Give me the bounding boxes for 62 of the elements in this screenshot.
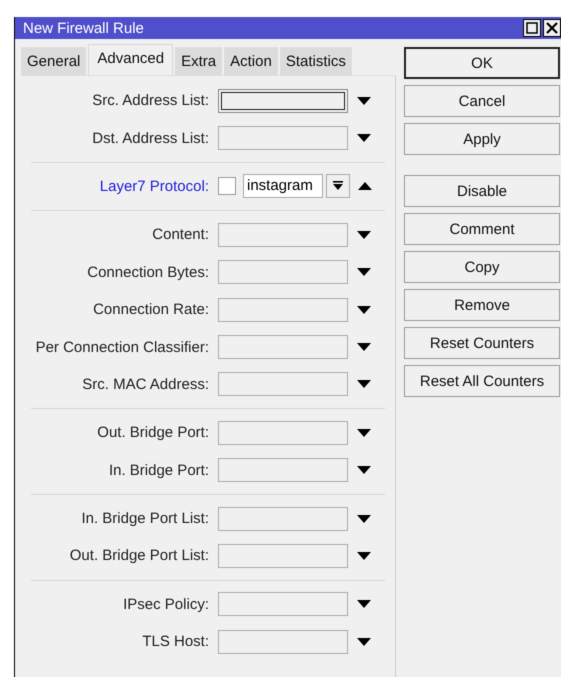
input-field[interactable] [218,372,348,396]
dropdown-arrow-icon[interactable] [357,466,371,474]
field-label: In. Bridge Port List: [80,510,210,528]
dropdown-arrow-icon[interactable] [357,230,371,239]
dropdown-arrow-icon[interactable] [357,306,371,314]
dropdown-arrow-icon[interactable] [357,428,371,437]
action-button[interactable]: Copy [404,251,560,283]
dropdown-arrow-icon[interactable] [357,96,371,105]
action-button[interactable]: Cancel [404,85,560,117]
field-label: Layer7 Protocol: [98,178,210,195]
tab[interactable]: Statistics [280,47,352,75]
field-label: In. Bridge Port: [108,462,210,479]
input-field[interactable] [218,260,348,284]
collapse-arrow-icon[interactable] [358,182,372,190]
field-label: Src. MAC Address: [81,376,210,393]
negate-checkbox[interactable] [218,177,236,196]
dropdown-arrow-icon[interactable] [357,343,371,352]
input-field[interactable] [218,458,348,482]
field-label: Per Connection Classifier: [34,338,210,356]
action-button[interactable]: OK [404,47,560,79]
window-title: New Firewall Rule [23,20,144,36]
dropdown-arrow-icon[interactable] [357,638,371,646]
tab[interactable]: Extra [175,47,222,75]
field-label: Out. Bridge Port: [96,424,210,442]
input-field[interactable] [218,298,348,322]
input-field[interactable] [218,506,348,531]
action-button[interactable]: Comment [404,213,560,245]
field-label: IPsec Policy: [122,596,210,613]
dropdown-arrow-icon[interactable] [357,514,371,523]
input-field[interactable] [218,222,348,247]
dropdown-bar-arrow-icon [333,181,343,192]
field-label: Src. Address List: [91,92,210,110]
dropdown-button[interactable] [326,174,350,198]
input-field[interactable] [218,592,348,616]
field-label: Dst. Address List: [91,130,210,147]
input-field[interactable] [218,88,348,113]
input-field[interactable] [218,420,348,445]
action-button[interactable]: Reset All Counters [404,365,560,397]
field-label: Connection Rate: [92,301,210,318]
dropdown-arrow-icon[interactable] [357,552,371,560]
tab[interactable]: General [21,47,86,75]
action-button[interactable]: Apply [404,123,560,155]
field-label: Connection Bytes: [86,264,210,281]
field-label: Out. Bridge Port List: [68,547,210,564]
close-icon[interactable] [543,19,561,37]
dropdown-arrow-icon[interactable] [357,380,371,388]
input-field[interactable] [218,630,348,654]
field-label: TLS Host: [141,633,210,650]
input-field[interactable] [218,126,348,150]
action-button[interactable]: Disable [404,175,560,207]
tab[interactable]: Action [224,47,278,75]
maximize-icon[interactable] [523,19,541,37]
action-button[interactable]: Reset Counters [404,327,560,359]
input-field[interactable]: instagram [243,174,323,198]
input-field[interactable] [218,544,348,568]
tab[interactable]: Advanced [88,44,174,75]
input-field[interactable] [218,335,348,360]
dropdown-arrow-icon[interactable] [357,268,371,276]
dropdown-arrow-icon[interactable] [357,600,371,608]
field-label: Content: [151,226,210,244]
dropdown-arrow-icon[interactable] [357,134,371,142]
action-button[interactable]: Remove [404,289,560,321]
